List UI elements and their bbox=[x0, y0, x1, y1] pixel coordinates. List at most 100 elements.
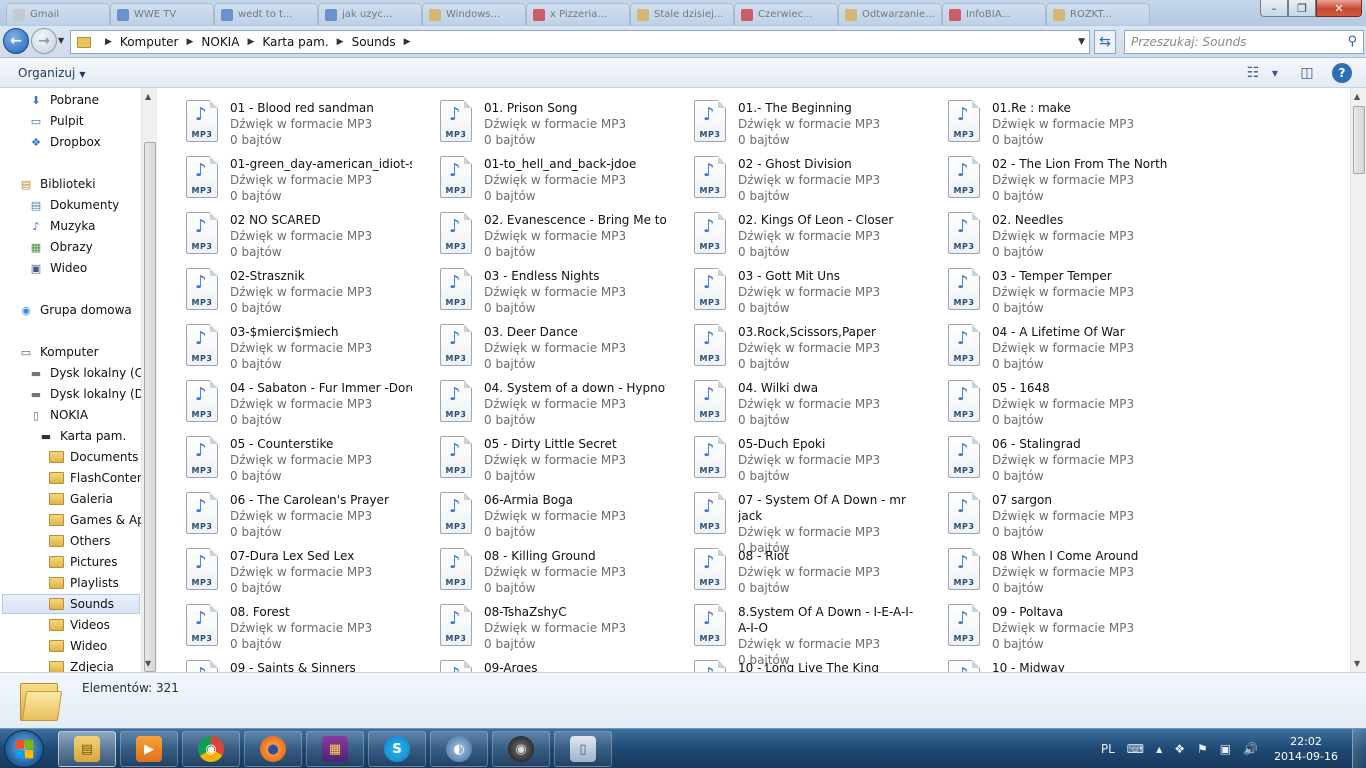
nav-item-pictures[interactable]: Pictures bbox=[48, 552, 118, 572]
action-center-flag-icon[interactable]: ⚑ bbox=[1197, 742, 1208, 756]
file-item[interactable]: ♪ MP3 02. Needles Dźwięk w formacie MP3 0 ba… bbox=[920, 204, 1174, 260]
breadcrumb-item[interactable]: NOKIA ▶ bbox=[201, 35, 262, 49]
scroll-down-arrow-icon[interactable]: ▼ bbox=[1354, 659, 1360, 668]
search-input[interactable]: Przeszukaj: Sounds ⚲ bbox=[1124, 30, 1364, 54]
show-desktop-button[interactable] bbox=[1352, 729, 1366, 768]
file-item[interactable]: ♪ MP3 04. Wilki dwa Dźwięk w formacie MP3 0 … bbox=[666, 372, 920, 428]
file-item[interactable]: ♪ MP3 08 When I Come Around Dźwięk w formac… bbox=[920, 540, 1174, 596]
file-item[interactable]: ♪ MP3 02-Strasznik Dźwięk w formacie MP3 0 b… bbox=[158, 260, 412, 316]
navigation-scrollbar[interactable]: ▲ ▼ bbox=[141, 88, 157, 672]
scroll-thumb[interactable] bbox=[144, 142, 156, 672]
browser-tab[interactable]: InfoBIA... bbox=[942, 3, 1046, 25]
file-item[interactable]: ♪ MP3 03 - Temper Temper Dźwięk w formacie … bbox=[920, 260, 1174, 316]
volume-icon[interactable]: 🔊 bbox=[1243, 742, 1258, 756]
file-item[interactable]: ♪ MP3 02 - The Lion From The North Dźwięk w… bbox=[920, 148, 1174, 204]
show-hidden-icons-icon[interactable]: ▲ bbox=[1156, 745, 1162, 754]
file-item[interactable]: ♪ MP3 03 - Gott Mit Uns Dźwięk w formacie M… bbox=[666, 260, 920, 316]
nav-item-zdj-cia[interactable]: Zdjęcia bbox=[48, 657, 114, 672]
maximize-button[interactable]: ❐ bbox=[1288, 0, 1316, 17]
browser-tab[interactable]: x Pizzeria... bbox=[526, 3, 630, 25]
help-button[interactable]: ? bbox=[1332, 63, 1352, 83]
network-icon[interactable]: ▣ bbox=[1220, 742, 1231, 756]
file-item[interactable]: ♪ MP3 05 - Counterstike Dźwięk w formacie M… bbox=[158, 428, 412, 484]
keyboard-icon[interactable]: ⌨ bbox=[1127, 742, 1144, 756]
file-item[interactable]: ♪ MP3 06 - Stalingrad Dźwięk w formacie MP3… bbox=[920, 428, 1174, 484]
dropbox-tray-icon[interactable]: ❖ bbox=[1174, 742, 1185, 756]
nav-item-galeria[interactable]: Galeria bbox=[48, 489, 113, 509]
view-dropdown-chevron-icon[interactable]: ▼ bbox=[1264, 63, 1286, 83]
file-item[interactable]: ♪ MP3 02 - Ghost Division Dźwięk w formacie… bbox=[666, 148, 920, 204]
nav-item-pobrane[interactable]: ⬇ Pobrane bbox=[28, 90, 99, 110]
nav-item-dokumenty[interactable]: ▤ Dokumenty bbox=[28, 195, 119, 215]
file-item[interactable]: ♪MP310 - Long Live The KingDźwięk w form… bbox=[666, 652, 920, 672]
nav-item-videos[interactable]: Videos bbox=[48, 615, 110, 635]
file-item[interactable]: ♪MP309-ArgesDźwięk w formacie MP30 bajtó… bbox=[412, 652, 666, 672]
forward-button[interactable]: → bbox=[31, 28, 57, 54]
file-item[interactable]: ♪ MP3 05 - Dirty Little Secret Dźwięk w for… bbox=[412, 428, 666, 484]
breadcrumb-start-chevron[interactable]: ▶ bbox=[97, 37, 120, 47]
taskbar-app-app-8[interactable]: ◉ bbox=[492, 731, 550, 767]
nav-item-komputer[interactable]: ▭ Komputer bbox=[18, 342, 99, 362]
file-item[interactable]: ♪ MP3 02 NO SCARED Dźwięk w formacie MP3 0 b… bbox=[158, 204, 412, 260]
nav-item-biblioteki[interactable]: ▤ Biblioteki bbox=[18, 174, 96, 194]
nav-item-others[interactable]: Others bbox=[48, 531, 110, 551]
file-item[interactable]: ♪ MP3 04 - Sabaton - Fur Immer -Doro-_ Dźwi… bbox=[158, 372, 412, 428]
file-item[interactable]: ♪ MP3 07 - System Of A Down - mr jack Dźwię… bbox=[666, 484, 920, 555]
view-options-button[interactable]: ☷ bbox=[1242, 63, 1264, 83]
breadcrumb-item[interactable]: Sounds ▶ bbox=[352, 35, 419, 49]
scroll-thumb[interactable] bbox=[1353, 106, 1365, 174]
file-item[interactable]: ♪ MP3 06 - The Carolean's Prayer Dźwięk w f… bbox=[158, 484, 412, 540]
taskbar-app-media-player[interactable]: ▶ bbox=[120, 731, 178, 767]
file-item[interactable]: ♪ MP3 02. Evanescence - Bring Me to Life Dź… bbox=[412, 204, 666, 260]
file-item[interactable]: ♪MP309 - Saints & SinnersDźwięk w formac… bbox=[158, 652, 412, 672]
browser-tab[interactable]: Odtwarzanie... bbox=[838, 3, 942, 25]
scroll-up-arrow-icon[interactable]: ▲ bbox=[145, 92, 151, 101]
file-item[interactable]: ♪ MP3 07 sargon Dźwięk w formacie MP3 0 bajt… bbox=[920, 484, 1174, 540]
back-button[interactable]: ← bbox=[3, 28, 29, 54]
file-item[interactable]: ♪MP310 - MidwayDźwięk w formacie MP30 ba… bbox=[920, 652, 1174, 672]
browser-tab[interactable]: ROZKT... bbox=[1046, 3, 1150, 25]
nav-item-sounds[interactable]: Sounds bbox=[2, 594, 140, 614]
nav-item-nokia[interactable]: ▯ NOKIA bbox=[28, 405, 88, 425]
taskbar-app-chrome[interactable]: ◉ bbox=[182, 731, 240, 767]
scroll-down-arrow-icon[interactable]: ▼ bbox=[145, 659, 151, 668]
file-item[interactable]: ♪ MP3 06-Armia Boga Dźwięk w formacie MP3 0 … bbox=[412, 484, 666, 540]
file-item[interactable]: ♪ MP3 08-TshaZshyC Dźwięk w formacie MP3 0 b… bbox=[412, 596, 666, 652]
breadcrumb-chevron-icon[interactable]: ▶ bbox=[404, 37, 411, 47]
start-button[interactable] bbox=[4, 730, 44, 768]
clock[interactable]: 22:02 2014-09-16 bbox=[1274, 734, 1338, 764]
taskbar-app-firefox[interactable]: ● bbox=[244, 731, 302, 767]
refresh-button[interactable]: ⇆ bbox=[1094, 30, 1116, 54]
taskbar-app-skype[interactable]: S bbox=[368, 731, 426, 767]
file-item[interactable]: ♪ MP3 09 - Poltava Dźwięk w formacie MP3 0 b… bbox=[920, 596, 1174, 652]
browser-tab[interactable]: WWE TV bbox=[110, 3, 214, 25]
recent-locations-dropdown[interactable]: ▼ bbox=[58, 36, 64, 45]
browser-tab[interactable]: Stale dzisiej... bbox=[630, 3, 734, 25]
file-item[interactable]: ♪ MP3 03. Deer Dance Dźwięk w formacie MP3 0… bbox=[412, 316, 666, 372]
file-item[interactable]: ♪ MP3 08. Forest Dźwięk w formacie MP3 0 baj… bbox=[158, 596, 412, 652]
nav-item-dysk-lokalny-d[interactable]: ▬ Dysk lokalny (D:) bbox=[28, 384, 153, 404]
browser-tab[interactable]: jak uzyc... bbox=[318, 3, 422, 25]
file-item[interactable]: ♪ MP3 04 - A Lifetime Of War Dźwięk w forma… bbox=[920, 316, 1174, 372]
breadcrumb-chevron-icon[interactable]: ▶ bbox=[247, 37, 254, 47]
breadcrumb-item[interactable]: Komputer ▶ bbox=[120, 35, 201, 49]
file-item[interactable]: ♪ MP3 04. System of a down - Hypnotize Dźwi… bbox=[412, 372, 666, 428]
file-item[interactable]: ♪ MP3 03-$mierci$miech Dźwięk w formacie MP… bbox=[158, 316, 412, 372]
breadcrumb-item[interactable]: Karta pam. ▶ bbox=[262, 35, 351, 49]
nav-item-obrazy[interactable]: ▦ Obrazy bbox=[28, 237, 93, 257]
file-item[interactable]: ♪ MP3 02. Kings Of Leon - Closer Dźwięk w f… bbox=[666, 204, 920, 260]
nav-item-dropbox[interactable]: ❖ Dropbox bbox=[28, 132, 101, 152]
file-item[interactable]: ♪ MP3 01-to_hell_and_back-jdoe Dźwięk w for… bbox=[412, 148, 666, 204]
file-item[interactable]: ♪ MP3 08 - Killing Ground Dźwięk w formacie… bbox=[412, 540, 666, 596]
organize-button[interactable]: Organizuj ▼ bbox=[10, 64, 93, 82]
scroll-up-arrow-icon[interactable]: ▲ bbox=[1354, 92, 1360, 101]
file-item[interactable]: ♪ MP3 8.System Of A Down - I-E-A-I-A-I-O Dź… bbox=[666, 596, 920, 667]
nav-item-karta-pam[interactable]: ▬ Karta pam. bbox=[38, 426, 127, 446]
preview-pane-button[interactable]: ◫ bbox=[1296, 63, 1318, 83]
file-item[interactable]: ♪ MP3 01. Prison Song Dźwięk w formacie MP3… bbox=[412, 92, 666, 148]
content-scrollbar[interactable]: ▲ ▼ bbox=[1350, 88, 1366, 672]
file-item[interactable]: ♪ MP3 08 - Riot Dźwięk w formacie MP3 0 bajt… bbox=[666, 540, 920, 596]
minimize-button[interactable]: – bbox=[1260, 0, 1288, 17]
nav-item-wideo[interactable]: Wideo bbox=[48, 636, 107, 656]
browser-tab[interactable]: Gmail bbox=[6, 3, 110, 25]
